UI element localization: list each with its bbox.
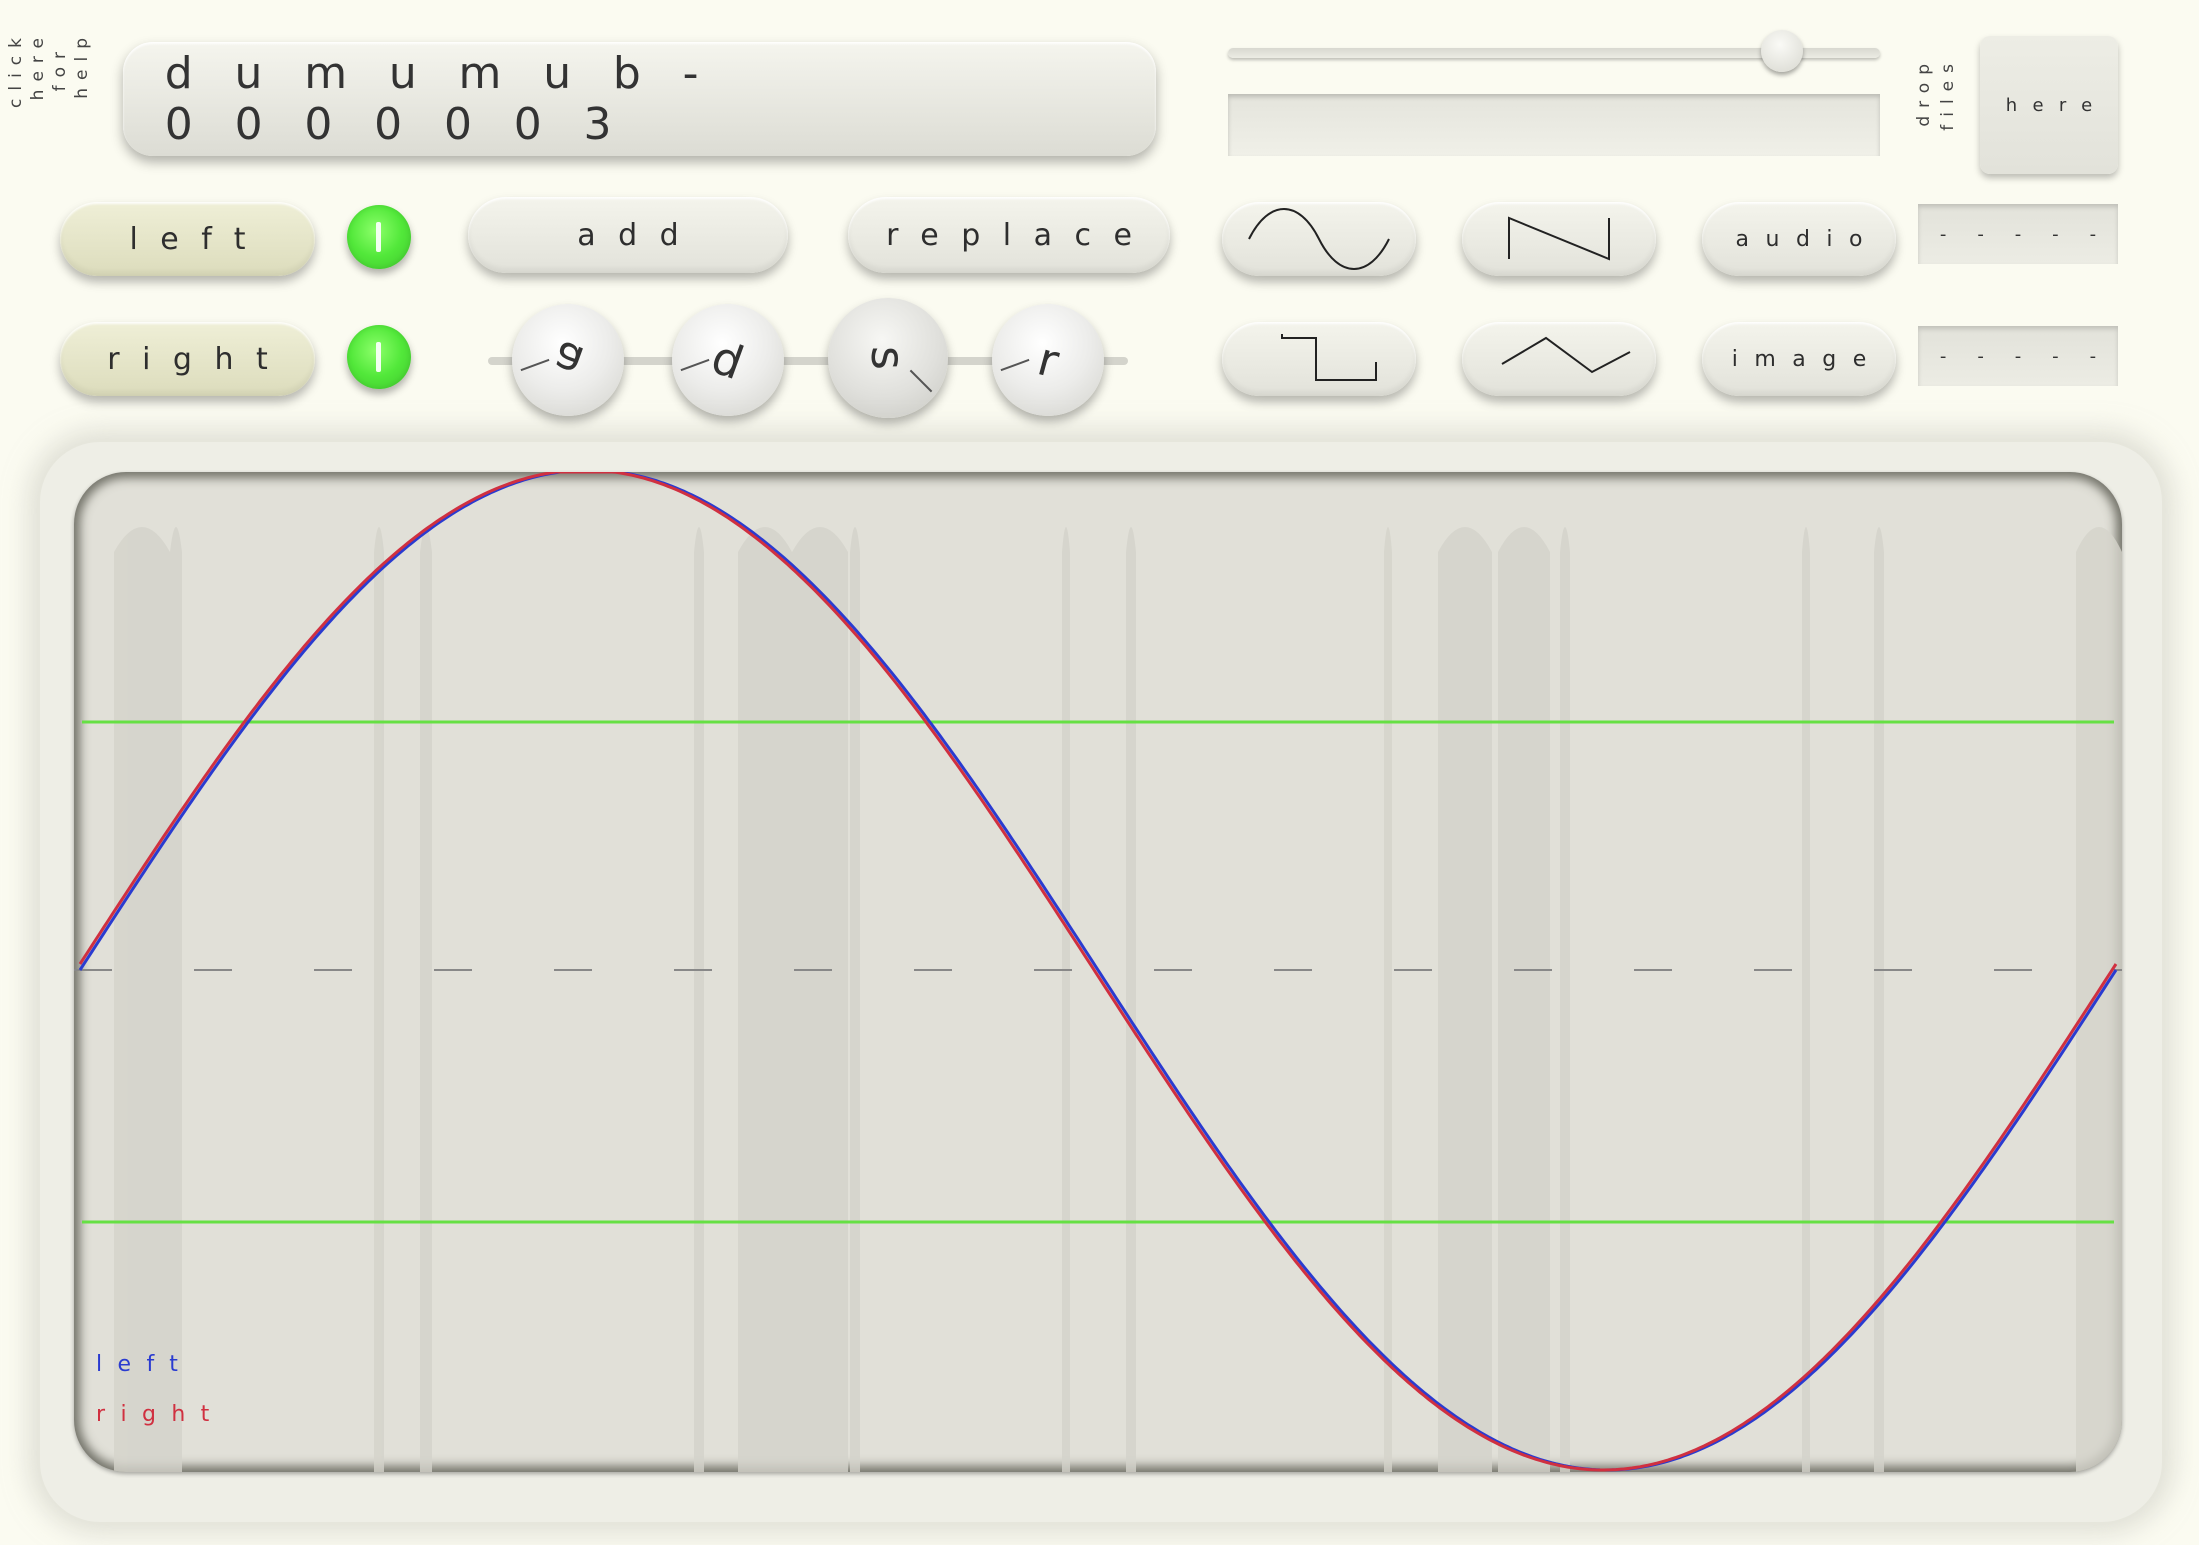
help-line-2[interactable]: here <box>28 30 48 100</box>
legend-left: left <box>96 1352 193 1377</box>
release-knob-tick <box>1000 358 1030 372</box>
triangle-wave-icon <box>1501 336 1631 374</box>
import-audio-button[interactable]: audio <box>1702 202 1896 276</box>
waveform-ghost-shape <box>420 527 432 1472</box>
audio-file-field[interactable]: - - - - - <box>1918 204 2118 264</box>
waveform-ghost-shape <box>374 527 384 1472</box>
square-wave-icon <box>1281 334 1377 381</box>
import-image-label: image <box>1731 346 1883 372</box>
help-line-4[interactable]: help <box>72 30 92 99</box>
sustain-knob-tick <box>909 369 933 393</box>
sustain-knob[interactable]: s <box>828 298 948 418</box>
waveform-ghost-shape <box>1874 527 1884 1472</box>
waveform-ghost-shape <box>1384 527 1392 1472</box>
oscilloscope-canvas <box>74 472 2122 1472</box>
square-wave-button[interactable] <box>1222 322 1416 396</box>
right-channel-button[interactable]: right <box>60 322 315 396</box>
add-button[interactable]: add <box>468 197 788 273</box>
add-button-label: add <box>577 217 702 253</box>
drop-zone[interactable]: here <box>1980 36 2118 174</box>
oscilloscope[interactable]: left right <box>74 472 2122 1472</box>
attack-knob-tick <box>520 358 550 372</box>
left-channel-wave <box>78 472 2118 1472</box>
help-line-3[interactable]: for <box>50 44 70 91</box>
waveform-ghost-shape <box>694 527 704 1472</box>
waveform-ghost-shape <box>1126 527 1136 1472</box>
replace-button-label: replace <box>886 217 1155 253</box>
project-title-text: dumumub-0000003 <box>164 48 741 150</box>
volume-slider-thumb[interactable] <box>1761 30 1804 72</box>
legend-right-label: right <box>96 1402 225 1427</box>
import-audio-label: audio <box>1735 226 1879 252</box>
sine-wave-button[interactable] <box>1222 202 1416 276</box>
attack-knob[interactable]: a <box>512 304 624 416</box>
left-channel-led[interactable] <box>347 205 411 269</box>
left-channel-button[interactable]: left <box>60 202 315 276</box>
sine-wave-icon <box>1248 208 1390 270</box>
release-knob[interactable]: r <box>992 304 1104 416</box>
image-file-field[interactable]: - - - - - <box>1918 326 2118 386</box>
waveform-ghost-shape <box>738 527 792 1472</box>
waveform-ghost-shape <box>1560 527 1570 1472</box>
legend-right: right <box>96 1402 225 1427</box>
right-channel-led[interactable] <box>347 325 411 389</box>
import-image-button[interactable]: image <box>1702 322 1896 396</box>
waveform-ghost-shape <box>2076 527 2122 1472</box>
drop-zone-label: here <box>2005 94 2108 116</box>
waveform-ghost-shape <box>850 527 860 1472</box>
waveform-ghost-shape <box>1498 527 1550 1472</box>
audio-file-name: - - - - - <box>1939 223 2109 245</box>
release-knob-label: r <box>1031 331 1065 389</box>
image-file-name: - - - - - <box>1939 345 2109 367</box>
sustain-knob-label: s <box>861 346 915 370</box>
saw-wave-icon <box>1508 216 1610 261</box>
waveform-ghost-shape <box>170 527 182 1472</box>
attack-knob-label: a <box>545 329 591 391</box>
saw-wave-button[interactable] <box>1462 202 1656 276</box>
decay-knob-tick <box>680 358 710 372</box>
waveform-ghost-shape <box>114 527 170 1472</box>
right-channel-label: right <box>107 341 291 377</box>
waveform-ghost-shape <box>1802 527 1810 1472</box>
left-channel-label: left <box>129 221 269 257</box>
triangle-wave-button[interactable] <box>1462 322 1656 396</box>
drop-label-2: files <box>1938 56 1958 131</box>
waveform-ghost-shape <box>792 527 848 1472</box>
help-line-1[interactable]: click <box>6 30 26 108</box>
decay-knob-label: d <box>705 329 751 391</box>
decay-knob[interactable]: d <box>672 304 784 416</box>
waveform-ghost-shape <box>1062 527 1070 1472</box>
project-title[interactable]: dumumub-0000003 <box>123 42 1156 156</box>
legend-left-label: left <box>96 1352 194 1377</box>
drop-label-1: drop <box>1914 56 1934 127</box>
replace-button[interactable]: replace <box>848 197 1170 273</box>
status-textbox[interactable] <box>1228 94 1880 156</box>
waveform-ghost-shape <box>1438 527 1492 1472</box>
